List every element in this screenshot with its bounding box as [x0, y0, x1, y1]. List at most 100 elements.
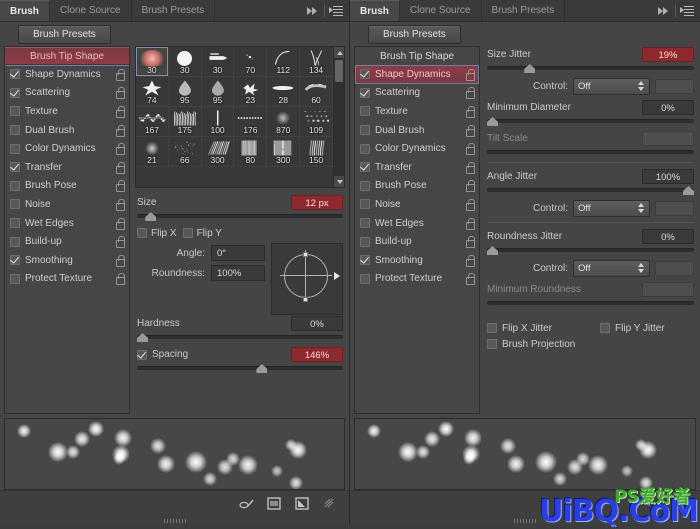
flip-y-jitter-checkbox[interactable] [600, 323, 611, 333]
sidebar-item-color-dynamics[interactable]: Color Dynamics [355, 139, 479, 158]
sidebar-item-smoothing[interactable]: Smoothing [355, 251, 479, 270]
scattering-checkbox[interactable] [10, 87, 20, 98]
dial-handle-top[interactable] [303, 252, 308, 257]
stepper-arrows-icon[interactable] [637, 262, 645, 274]
collapse-chevrons-icon[interactable] [306, 5, 320, 17]
lock-icon[interactable] [115, 124, 125, 137]
wet-edges-checkbox[interactable] [10, 218, 20, 229]
lock-icon[interactable] [115, 236, 125, 249]
toggle-preview-icon[interactable] [267, 496, 283, 511]
brush-preset-cell[interactable]: 100 [201, 107, 235, 137]
flip-x-jitter-checkbox[interactable] [487, 323, 497, 333]
roundness-jitter-slider[interactable] [487, 246, 694, 255]
brush-preset-cell[interactable]: 30 [136, 47, 169, 77]
hardness-value[interactable]: 0% [291, 316, 343, 331]
angle-jitter-slider[interactable] [487, 186, 694, 195]
lock-icon[interactable] [465, 105, 475, 118]
noise-checkbox[interactable] [360, 199, 370, 210]
brush-preset-cell[interactable]: 300 [267, 137, 301, 167]
new-brush-icon[interactable] [295, 496, 311, 511]
angle-roundness-dial[interactable] [271, 243, 343, 315]
dual-brush-checkbox[interactable] [360, 125, 370, 136]
sidebar-item-shape-dynamics[interactable]: Shape Dynamics [355, 65, 479, 84]
transfer-checkbox[interactable] [10, 162, 20, 173]
sidebar-item-noise[interactable]: Noise [355, 195, 479, 214]
stepper-arrows-icon[interactable] [637, 80, 645, 92]
sidebar-item-texture[interactable]: Texture [355, 102, 479, 121]
brush-preset-cell[interactable]: 21 [136, 137, 169, 167]
tab-brush-presets[interactable]: Brush Presets [481, 0, 566, 21]
brush-projection-checkbox[interactable] [487, 339, 497, 349]
angle-input[interactable]: 0° [211, 245, 265, 261]
spacing-checkbox[interactable] [137, 349, 147, 360]
lock-icon[interactable] [465, 273, 475, 286]
brush-preset-cell[interactable]: 30 [168, 47, 202, 77]
lock-icon[interactable] [465, 143, 475, 156]
texture-checkbox[interactable] [360, 106, 370, 117]
scroll-down-icon[interactable] [334, 176, 344, 187]
tab-brush[interactable]: Brush [350, 0, 400, 21]
size-jitter-value[interactable]: 19% [642, 47, 694, 62]
lock-icon[interactable] [465, 198, 475, 211]
brush-preset-cell[interactable]: 176 [234, 107, 268, 137]
brush-preset-cell[interactable]: 70 [234, 47, 268, 77]
roundness-input[interactable]: 100% [211, 265, 265, 281]
sidebar-item-protect-texture[interactable]: Protect Texture [355, 270, 479, 289]
brush-preset-cell[interactable]: 95 [168, 77, 202, 107]
control-aux-field[interactable] [654, 78, 694, 94]
sidebar-item-dual-brush[interactable]: Dual Brush [5, 121, 129, 140]
sidebar-item-brush-pose[interactable]: Brush Pose [355, 177, 479, 196]
tab-clone-source[interactable]: Clone Source [49, 0, 132, 21]
flip-y-control[interactable]: Flip Y [182, 228, 222, 239]
sidebar-item-brush-pose[interactable]: Brush Pose [5, 177, 129, 196]
lock-icon[interactable] [465, 217, 475, 230]
sidebar-item-transfer[interactable]: Transfer [5, 158, 129, 177]
brush-preset-grid[interactable]: 30 30 30 70 112 134 74 95 95 23 28 60 167 175 100 176 87… [136, 47, 333, 187]
control-aux-field[interactable] [654, 260, 694, 276]
collapse-chevrons-icon[interactable] [657, 5, 671, 17]
flip-y-checkbox[interactable] [182, 228, 193, 238]
lock-icon[interactable] [465, 236, 475, 249]
panel-menu-icon[interactable] [329, 5, 343, 16]
sidebar-item-brush-tip-shape[interactable]: Brush Tip Shape [355, 47, 479, 65]
size-slider[interactable] [137, 212, 343, 221]
sidebar-item-dual-brush[interactable]: Dual Brush [355, 121, 479, 140]
brush-preset-cell[interactable]: 175 [168, 107, 202, 137]
flip-x-control[interactable]: Flip X [137, 228, 177, 239]
lock-icon[interactable] [115, 273, 125, 286]
brush-preset-cell[interactable]: 167 [136, 107, 169, 137]
brush-preset-cell[interactable]: 30 [201, 47, 235, 77]
brush-presets-button[interactable]: Brush Presets [18, 24, 111, 44]
lock-icon[interactable] [115, 87, 125, 100]
lock-icon[interactable] [465, 124, 475, 137]
brush-grid-scrollbar[interactable] [333, 47, 344, 187]
angle-jitter-control-dropdown[interactable]: Off [573, 199, 650, 217]
brush-stroke-icon[interactable] [239, 497, 255, 511]
minimum-diameter-slider[interactable] [487, 117, 694, 126]
minimum-diameter-value[interactable]: 0% [642, 100, 694, 115]
lock-icon[interactable] [465, 161, 475, 174]
lock-icon[interactable] [115, 105, 125, 118]
sidebar-item-wet-edges[interactable]: Wet Edges [355, 214, 479, 233]
brush-preset-cell[interactable]: 109 [300, 107, 333, 137]
sidebar-item-build-up[interactable]: Build-up [5, 232, 129, 251]
hardness-slider[interactable] [137, 333, 343, 342]
sidebar-item-scattering[interactable]: Scattering [355, 84, 479, 103]
brush-preset-cell[interactable]: 134 [300, 47, 333, 77]
shape-dynamics-checkbox[interactable] [360, 69, 370, 80]
sidebar-item-noise[interactable]: Noise [5, 195, 129, 214]
brush-preset-cell[interactable]: 66 [168, 137, 202, 167]
scroll-up-icon[interactable] [334, 47, 344, 58]
spacing-value[interactable]: 146% [291, 347, 343, 362]
color-dynamics-checkbox[interactable] [360, 143, 370, 154]
dual-brush-checkbox[interactable] [10, 125, 20, 136]
tab-brush-presets[interactable]: Brush Presets [131, 0, 216, 21]
color-dynamics-checkbox[interactable] [10, 143, 20, 154]
size-value[interactable]: 12 px [291, 195, 343, 210]
brush-preset-cell[interactable]: 60 [300, 77, 333, 107]
scattering-checkbox[interactable] [360, 87, 370, 98]
lock-icon[interactable] [115, 161, 125, 174]
brush-pose-checkbox[interactable] [10, 180, 20, 191]
smoothing-checkbox[interactable] [10, 255, 20, 266]
scrollbar-thumb[interactable] [335, 60, 343, 82]
